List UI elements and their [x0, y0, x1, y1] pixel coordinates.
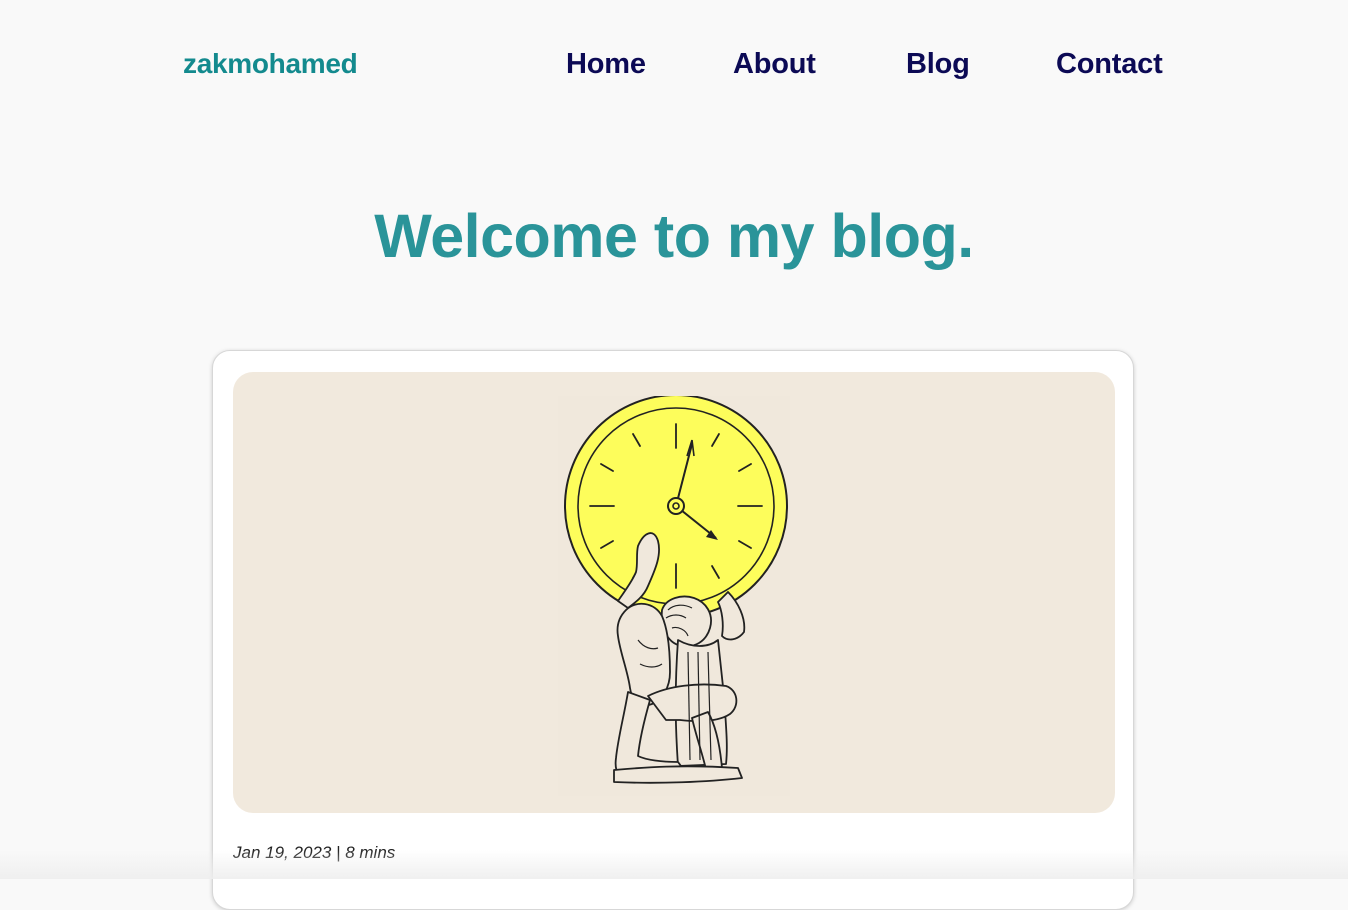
post-date: Jan 19, 2023	[233, 843, 332, 862]
nav-blog-link[interactable]: Blog	[906, 45, 970, 83]
atlas-clock-illustration	[558, 396, 790, 796]
post-meta: Jan 19, 2023 | 8 mins	[233, 841, 395, 865]
blog-post-card[interactable]: Jan 19, 2023 | 8 mins	[212, 350, 1134, 910]
post-read-time: 8 mins	[345, 843, 396, 862]
nav-contact-link[interactable]: Contact	[1056, 45, 1163, 83]
page-title: Welcome to my blog.	[374, 202, 974, 270]
post-meta-separator: |	[336, 843, 341, 862]
nav-about-link[interactable]: About	[733, 45, 816, 83]
brand-logo-link[interactable]: zakmohamed	[183, 46, 358, 82]
post-thumbnail[interactable]	[233, 372, 1115, 813]
navbar: zakmohamed Home About Blog Contact	[0, 0, 1348, 130]
nav-home-link[interactable]: Home	[566, 45, 646, 83]
